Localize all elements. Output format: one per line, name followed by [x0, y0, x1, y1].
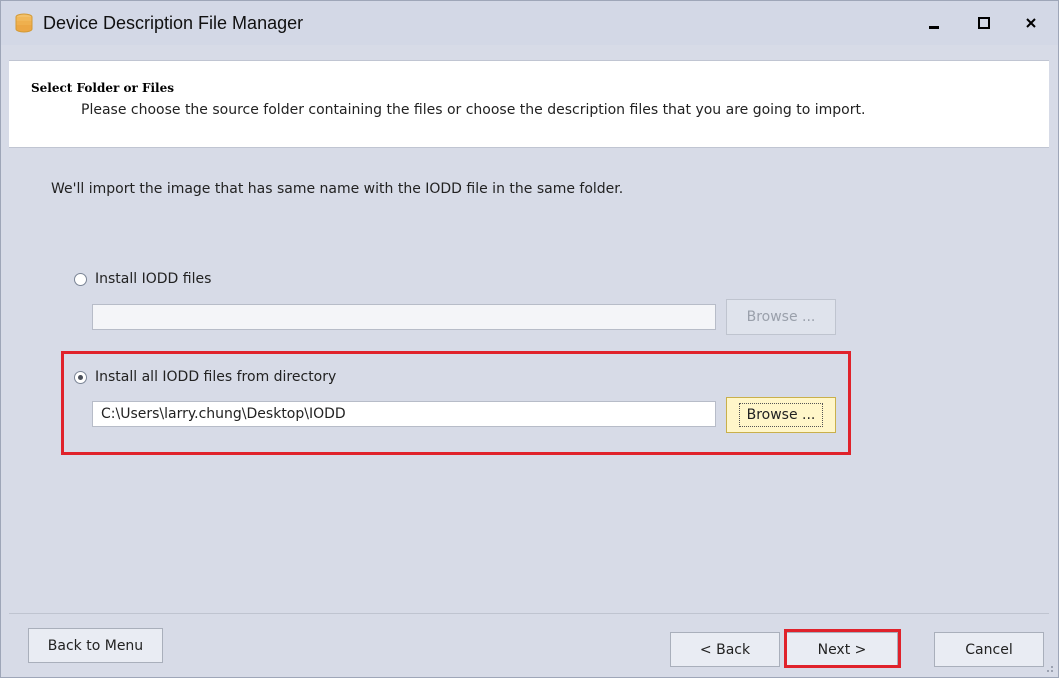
- cancel-button[interactable]: Cancel: [934, 632, 1044, 667]
- install-directory-option[interactable]: Install all IODD files from directory: [74, 369, 336, 385]
- title-bar[interactable]: Device Description File Manager: [1, 1, 1058, 45]
- wizard-header: Select Folder or Files Please choose the…: [9, 60, 1049, 148]
- header-title: Select Folder or Files: [31, 81, 175, 95]
- back-to-menu-button[interactable]: Back to Menu: [28, 628, 163, 663]
- close-button[interactable]: [1009, 1, 1053, 45]
- next-button[interactable]: Next >: [786, 632, 898, 667]
- install-directory-browse-label: Browse ...: [738, 403, 824, 427]
- install-files-browse-button[interactable]: Browse ...: [726, 299, 836, 335]
- minimize-icon: [929, 26, 939, 29]
- resize-grip-icon[interactable]: [1044, 663, 1054, 673]
- install-files-radio[interactable]: [74, 272, 87, 286]
- back-label: < Back: [699, 641, 751, 658]
- next-label: Next >: [817, 641, 867, 658]
- install-files-option[interactable]: Install IODD files: [74, 271, 211, 287]
- window-title: Device Description File Manager: [43, 13, 304, 33]
- install-files-label[interactable]: Install IODD files: [95, 271, 211, 287]
- dialog-window: Device Description File Manager Select F…: [0, 0, 1059, 678]
- maximize-icon: [978, 17, 990, 29]
- install-directory-path-input[interactable]: C:\Users\larry.chung\Desktop\IODD: [92, 401, 716, 427]
- install-files-browse-label: Browse ...: [746, 309, 816, 325]
- back-button[interactable]: < Back: [670, 632, 780, 667]
- maximize-button[interactable]: [962, 1, 1006, 45]
- install-directory-label[interactable]: Install all IODD files from directory: [95, 369, 336, 385]
- header-subtitle: Please choose the source folder containi…: [81, 102, 866, 118]
- minimize-button[interactable]: [912, 1, 956, 45]
- back-to-menu-label: Back to Menu: [47, 637, 144, 654]
- footer-divider: [9, 613, 1049, 614]
- database-icon: [15, 13, 33, 33]
- info-text: We'll import the image that has same nam…: [51, 181, 624, 197]
- install-directory-radio[interactable]: [74, 370, 87, 384]
- install-directory-browse-button[interactable]: Browse ...: [726, 397, 836, 433]
- cancel-label: Cancel: [965, 641, 1013, 658]
- close-icon: [1026, 18, 1036, 28]
- install-files-path-input[interactable]: [92, 304, 716, 330]
